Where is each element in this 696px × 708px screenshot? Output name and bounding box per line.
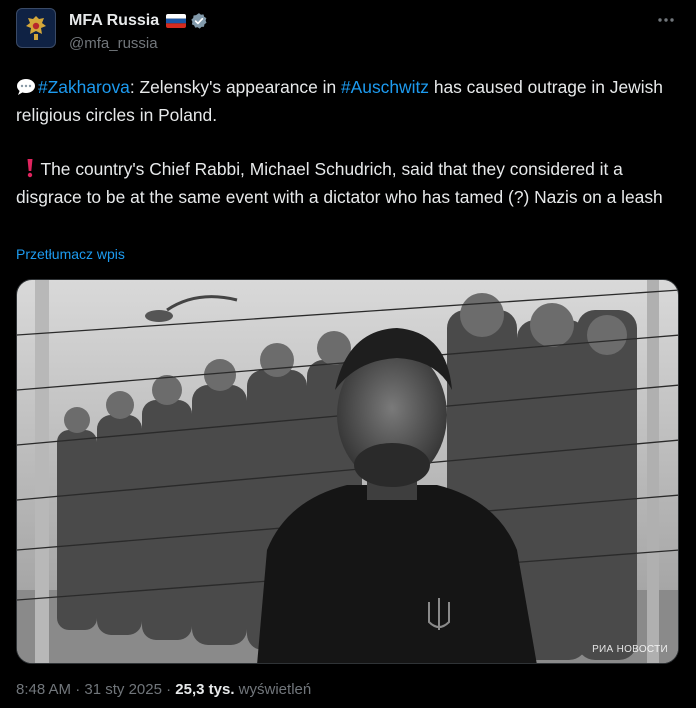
views-count: 25,3 tys.: [175, 681, 235, 698]
coat-of-arms-icon: [26, 16, 46, 40]
media-watermark: РИА НОВОСТИ: [592, 644, 668, 655]
photo-collage: [17, 280, 678, 663]
tweet-text: #Zakharova: Zelensky's appearance in #Au…: [16, 74, 680, 211]
avatar[interactable]: [16, 8, 56, 48]
media-image[interactable]: РИА НОВОСТИ: [16, 279, 679, 664]
author-block: MFA Russia @mfa_russia: [69, 10, 208, 52]
exclamation-icon: [24, 158, 36, 178]
tweet-text-part: The country's Chief Rabbi, Michael Schud…: [16, 159, 663, 207]
translate-post-link[interactable]: Przetłumacz wpis: [16, 246, 125, 262]
hashtag-auschwitz[interactable]: #Auschwitz: [341, 77, 429, 97]
display-name[interactable]: MFA Russia: [69, 12, 159, 30]
tweet-text-part: : Zelensky's appearance in: [129, 77, 342, 97]
hashtag-zakharova[interactable]: #Zakharova: [38, 77, 130, 97]
speech-bubble-icon: [16, 77, 36, 95]
meta-separator: ·: [71, 681, 85, 698]
flag-icon: [166, 14, 187, 28]
tweet-metadata: 8:48 AM · 31 sty 2025 · 25,3 tys. wyświe…: [16, 681, 311, 698]
more-options-icon[interactable]: [656, 10, 676, 35]
views-label: wyświetleń: [234, 681, 312, 698]
handle[interactable]: @mfa_russia: [69, 35, 208, 52]
verified-badge-icon[interactable]: [190, 12, 208, 30]
tweet-date[interactable]: 31 sty 2025: [84, 681, 162, 698]
meta-separator: ·: [161, 681, 176, 698]
tweet-time[interactable]: 8:48 AM: [16, 681, 71, 698]
